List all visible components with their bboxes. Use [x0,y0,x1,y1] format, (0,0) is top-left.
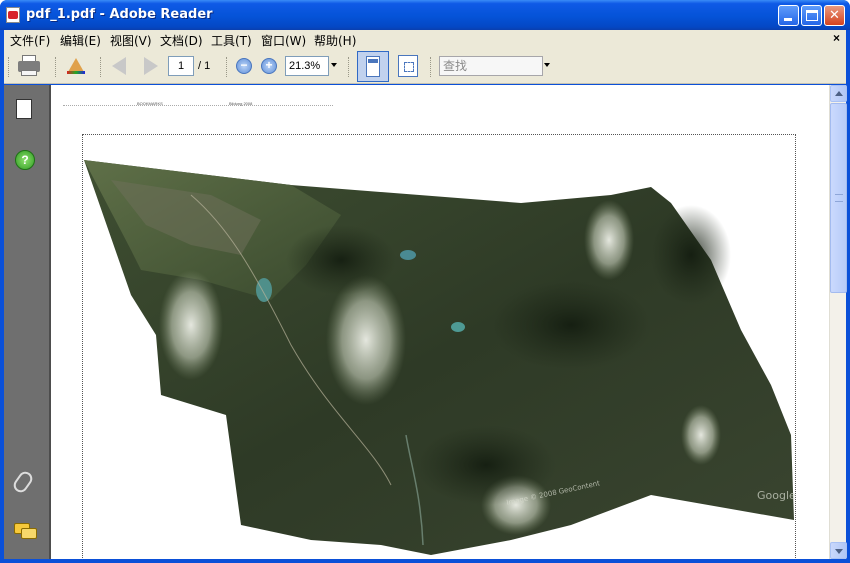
menu-bar: 文件(F) 编辑(E) 视图(V) 文档(D) 工具(T) 窗口(W) 帮助(H… [4,30,846,49]
lake [256,278,272,302]
scroll-thumb[interactable] [830,103,847,293]
zoom-level-input[interactable]: 21.3% [285,56,329,76]
toolbar-grip[interactable] [55,57,58,77]
color-triangle [68,58,84,72]
comment-bubble [21,528,37,539]
snow-patch [584,200,634,280]
zoom-in-button[interactable]: + [261,58,277,74]
menu-window[interactable]: 窗口(W) [261,32,306,49]
close-document-button[interactable]: × [833,31,840,45]
color-management-icon[interactable] [65,53,87,79]
menu-help[interactable]: 帮助(H) [314,32,356,49]
ridge-shadow [286,225,396,295]
toolbar: 1 / 1 − + 21.3% 查找 [4,49,846,84]
toolbar-grip[interactable] [226,57,229,77]
lake [400,250,416,260]
scroll-up-button[interactable] [830,85,847,102]
app-window: pdf_1.pdf - Adobe Reader ✕ 文件(F) 编辑(E) 视… [0,0,850,563]
menu-view[interactable]: 视图(V) [110,32,152,49]
pdf-app-icon [6,7,20,23]
help-icon[interactable]: ? [15,150,35,170]
navigation-panel: ? [4,85,49,559]
zoom-out-button[interactable]: − [236,58,252,74]
pages-icon[interactable] [16,96,36,119]
title-bar: pdf_1.pdf - Adobe Reader ✕ [0,0,850,30]
ridge-shadow [651,205,731,305]
fit-width-icon [366,56,380,77]
close-window-button[interactable]: ✕ [824,5,845,26]
toolbar-grip[interactable] [348,57,351,77]
snow-patch [159,270,223,380]
ridge-shadow [491,280,651,370]
menu-document[interactable]: 文档(D) [160,32,203,49]
vertical-scrollbar[interactable] [829,85,847,559]
page-total: / 1 [198,60,211,72]
toolbar-grip[interactable] [100,57,103,77]
arrow-left-icon[interactable] [112,57,126,75]
color-bar [67,71,85,74]
scroll-down-button[interactable] [830,542,847,559]
minimize-button[interactable] [778,5,799,26]
minimize-icon [784,18,792,21]
arrow-right-icon[interactable] [144,57,158,75]
current-page-input[interactable]: 1 [168,56,194,76]
menu-file[interactable]: 文件(F) [10,32,50,49]
fit-width-button[interactable] [357,51,389,82]
window-bottom-border [0,559,850,563]
lake [451,322,465,332]
comments-icon[interactable] [14,523,38,541]
menu-edit[interactable]: 编辑(E) [60,32,101,49]
toolbar-grip[interactable] [430,57,433,77]
paperclip-icon[interactable] [10,468,36,496]
google-watermark: Google [757,489,796,502]
maximize-button[interactable] [801,5,822,26]
snow-patch [681,405,721,465]
menu-tools[interactable]: 工具(T) [211,32,252,49]
maximize-icon [806,10,818,21]
terrain-map-image: Image © 2008 GeoContent Google [84,160,796,555]
toolbar-grip[interactable] [8,57,11,77]
printer-tray [21,70,37,76]
window-title: pdf_1.pdf - Adobe Reader [26,7,213,22]
fit-page-button[interactable] [398,55,418,77]
search-dropdown-icon[interactable] [544,63,550,67]
search-input[interactable]: 查找 [439,56,543,76]
printer-icon[interactable] [16,53,42,79]
zoom-dropdown-icon[interactable] [331,63,337,67]
document-view[interactable]: BOOKMARKS Bildung 2008 Image © 2008 GeoC… [49,85,829,559]
